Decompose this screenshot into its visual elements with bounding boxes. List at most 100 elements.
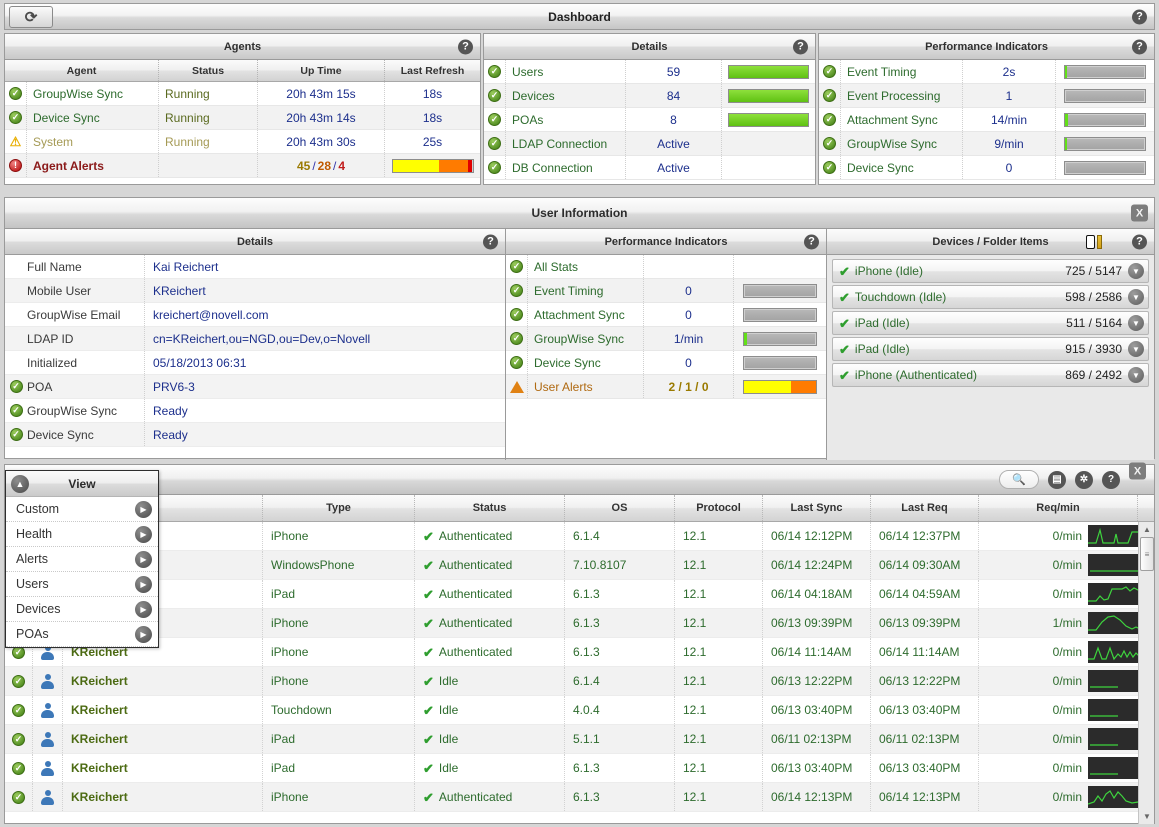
table-row[interactable]: ✓ GroupWise Sync 9/min: [819, 132, 1154, 156]
list-item[interactable]: ✔ iPad (Idle) 915 / 3930 ▼: [832, 337, 1149, 361]
device-edit-icons[interactable]: [1086, 234, 1102, 249]
device-folder-count: 598 / 2586: [1065, 290, 1122, 304]
list-item[interactable]: ✔ iPad (Idle) 511 / 5164 ▼: [832, 311, 1149, 335]
scrollbar-thumb[interactable]: ≡: [1140, 537, 1154, 571]
table-row[interactable]: ✓ KReichert iPhone ✔ Idle 6.1.4 12.1 06/1…: [5, 667, 1154, 696]
help-icon[interactable]: ?: [458, 39, 473, 54]
field-label: Device Sync: [27, 423, 145, 446]
table-row[interactable]: ✓ Device Sync Running 20h 43m 14s 18s: [5, 106, 480, 130]
detail-gauge: [722, 108, 815, 131]
table-row[interactable]: ✓ LDAP Connection Active: [484, 132, 815, 156]
chevron-down-icon[interactable]: ▼: [1128, 289, 1144, 305]
cell-status: ✔ Authenticated: [415, 783, 565, 811]
menu-item-devices[interactable]: Devices ▶: [6, 597, 158, 622]
table-row[interactable]: ✓ KReichert iPhone ✔Authenticated 6.1.3 …: [5, 609, 1154, 638]
column-os[interactable]: OS: [565, 495, 675, 521]
menu-item-poas[interactable]: POAs ▶: [6, 622, 158, 647]
table-row[interactable]: ✓ Event Timing 0: [506, 279, 826, 303]
menu-item-health[interactable]: Health ▶: [6, 522, 158, 547]
help-icon[interactable]: ?: [1132, 9, 1147, 24]
table-row[interactable]: ✓ KReichert iPhone ✔Authenticated 6.1.3 …: [5, 638, 1154, 667]
table-row[interactable]: ✓ KReichert Touchdown ✔ Idle 4.0.4 12.1 0…: [5, 696, 1154, 725]
help-icon[interactable]: ?: [483, 234, 498, 249]
column-protocol[interactable]: Protocol: [675, 495, 763, 521]
menu-item-custom[interactable]: Custom ▶: [6, 497, 158, 522]
close-icon[interactable]: X: [1131, 204, 1148, 222]
table-row[interactable]: ✓ KReichert iPhone ✔Authenticated 6.1.4 …: [5, 522, 1154, 551]
list-item[interactable]: ✔ iPhone (Idle) 725 / 5147 ▼: [832, 259, 1149, 283]
help-icon[interactable]: ?: [1132, 39, 1147, 54]
table-row[interactable]: ✓ GroupWise Sync Running 20h 43m 15s 18s: [5, 82, 480, 106]
cell-protocol: 12.1: [675, 522, 763, 550]
help-icon[interactable]: ?: [804, 234, 819, 249]
table-row[interactable]: ✓ Event Timing 2s: [819, 60, 1154, 84]
chevron-right-icon[interactable]: ▶: [135, 525, 152, 543]
table-row[interactable]: ✓ GroupWise Sync 1/min: [506, 327, 826, 351]
chevron-right-icon[interactable]: ▶: [135, 600, 152, 618]
table-row[interactable]: ✓ Users 59: [484, 60, 815, 84]
table-row[interactable]: ✓ DB Connection Active: [484, 156, 815, 180]
column-status[interactable]: Status: [415, 495, 565, 521]
refresh-button[interactable]: ⟳: [9, 6, 53, 28]
cell-protocol: 12.1: [675, 783, 763, 811]
chevron-down-icon[interactable]: ▼: [1128, 263, 1144, 279]
chevron-right-icon[interactable]: ▶: [135, 575, 152, 593]
column-agent[interactable]: Agent: [5, 60, 159, 81]
perf-gauge: [734, 327, 826, 350]
help-icon[interactable]: ?: [1132, 234, 1147, 249]
table-row[interactable]: ✓ POAs 8: [484, 108, 815, 132]
scroll-up-arrow[interactable]: ▲: [1139, 522, 1154, 537]
table-row[interactable]: ✓ Device Sync 0: [506, 351, 826, 375]
chevron-down-icon[interactable]: ▼: [1128, 315, 1144, 331]
chevron-down-icon[interactable]: ▼: [1128, 367, 1144, 383]
column-last-refresh[interactable]: Last Refresh: [385, 60, 480, 81]
table-row[interactable]: ✓ All Stats: [506, 255, 826, 279]
scroll-down-arrow[interactable]: ▼: [1139, 809, 1154, 824]
export-icon[interactable]: ▤: [1048, 470, 1066, 489]
vertical-scrollbar[interactable]: ▲ ≡ ▼: [1138, 522, 1154, 824]
column-last-req[interactable]: Last Req: [871, 495, 979, 521]
column-type[interactable]: Type: [263, 495, 415, 521]
column-req-per-min[interactable]: Req/min: [979, 495, 1138, 521]
perf-label: GroupWise Sync: [528, 327, 644, 350]
cell-last-req: 06/13 03:40PM: [871, 754, 979, 782]
table-row[interactable]: ! Agent Alerts 45 / 28 / 4: [5, 154, 480, 178]
gear-icon[interactable]: ✲: [1075, 470, 1093, 489]
device-name: iPad (Idle): [854, 316, 910, 330]
table-row[interactable]: ✓ Device Sync 0: [819, 156, 1154, 180]
chevron-up-icon[interactable]: ▲: [11, 474, 29, 493]
column-uptime[interactable]: Up Time: [258, 60, 385, 81]
cell-last-sync: 06/14 04:18AM: [763, 580, 871, 608]
list-item[interactable]: ✔ Touchdown (Idle) 598 / 2586 ▼: [832, 285, 1149, 309]
close-icon[interactable]: X: [1129, 462, 1146, 480]
perf-label: All Stats: [528, 255, 644, 278]
help-icon[interactable]: ?: [793, 39, 808, 54]
chevron-right-icon[interactable]: ▶: [135, 550, 152, 568]
table-row[interactable]: ✓ KReichert WindowsPhone ✔Authenticated …: [5, 551, 1154, 580]
cell-type: iPad: [263, 580, 415, 608]
table-row[interactable]: ✓ KReichert iPad ✔ Idle 6.1.3 12.1 06/13 …: [5, 754, 1154, 783]
table-row[interactable]: ✓ Attachment Sync 14/min: [819, 108, 1154, 132]
table-row[interactable]: ✓ KReichert iPhone ✔Authenticated 6.1.3 …: [5, 783, 1154, 812]
table-row[interactable]: ⚠ System Running 20h 43m 30s 25s: [5, 130, 480, 154]
table-row[interactable]: ✓ Event Processing 1: [819, 84, 1154, 108]
help-icon[interactable]: ?: [1102, 470, 1120, 489]
device-table-toolbar: 🔍 ▤ ✲ ? X: [5, 462, 1154, 495]
table-row[interactable]: ✓ Attachment Sync 0: [506, 303, 826, 327]
menu-item-alerts[interactable]: Alerts ▶: [6, 547, 158, 572]
table-row[interactable]: ✓ KReichert iPad ✔ Idle 5.1.1 12.1 06/11 …: [5, 725, 1154, 754]
search-icon[interactable]: 🔍: [999, 470, 1039, 489]
list-item[interactable]: ✔ iPhone (Authenticated) 869 / 2492 ▼: [832, 363, 1149, 387]
view-menu-header: ▲ View: [6, 471, 158, 497]
chevron-down-icon[interactable]: ▼: [1128, 341, 1144, 357]
table-row[interactable]: ✓ Devices 84: [484, 84, 815, 108]
column-last-sync[interactable]: Last Sync: [763, 495, 871, 521]
detail-value: 84: [626, 84, 722, 107]
table-row[interactable]: ✓ KReichert iPad ✔Authenticated 6.1.3 12…: [5, 580, 1154, 609]
performance-indicators-panel: Performance Indicators ? ✓ Event Timing …: [818, 33, 1155, 185]
column-status[interactable]: Status: [159, 60, 258, 81]
chevron-right-icon[interactable]: ▶: [135, 500, 152, 518]
table-row[interactable]: User Alerts 2 / 1 / 0: [506, 375, 826, 399]
chevron-right-icon[interactable]: ▶: [135, 625, 152, 643]
menu-item-users[interactable]: Users ▶: [6, 572, 158, 597]
